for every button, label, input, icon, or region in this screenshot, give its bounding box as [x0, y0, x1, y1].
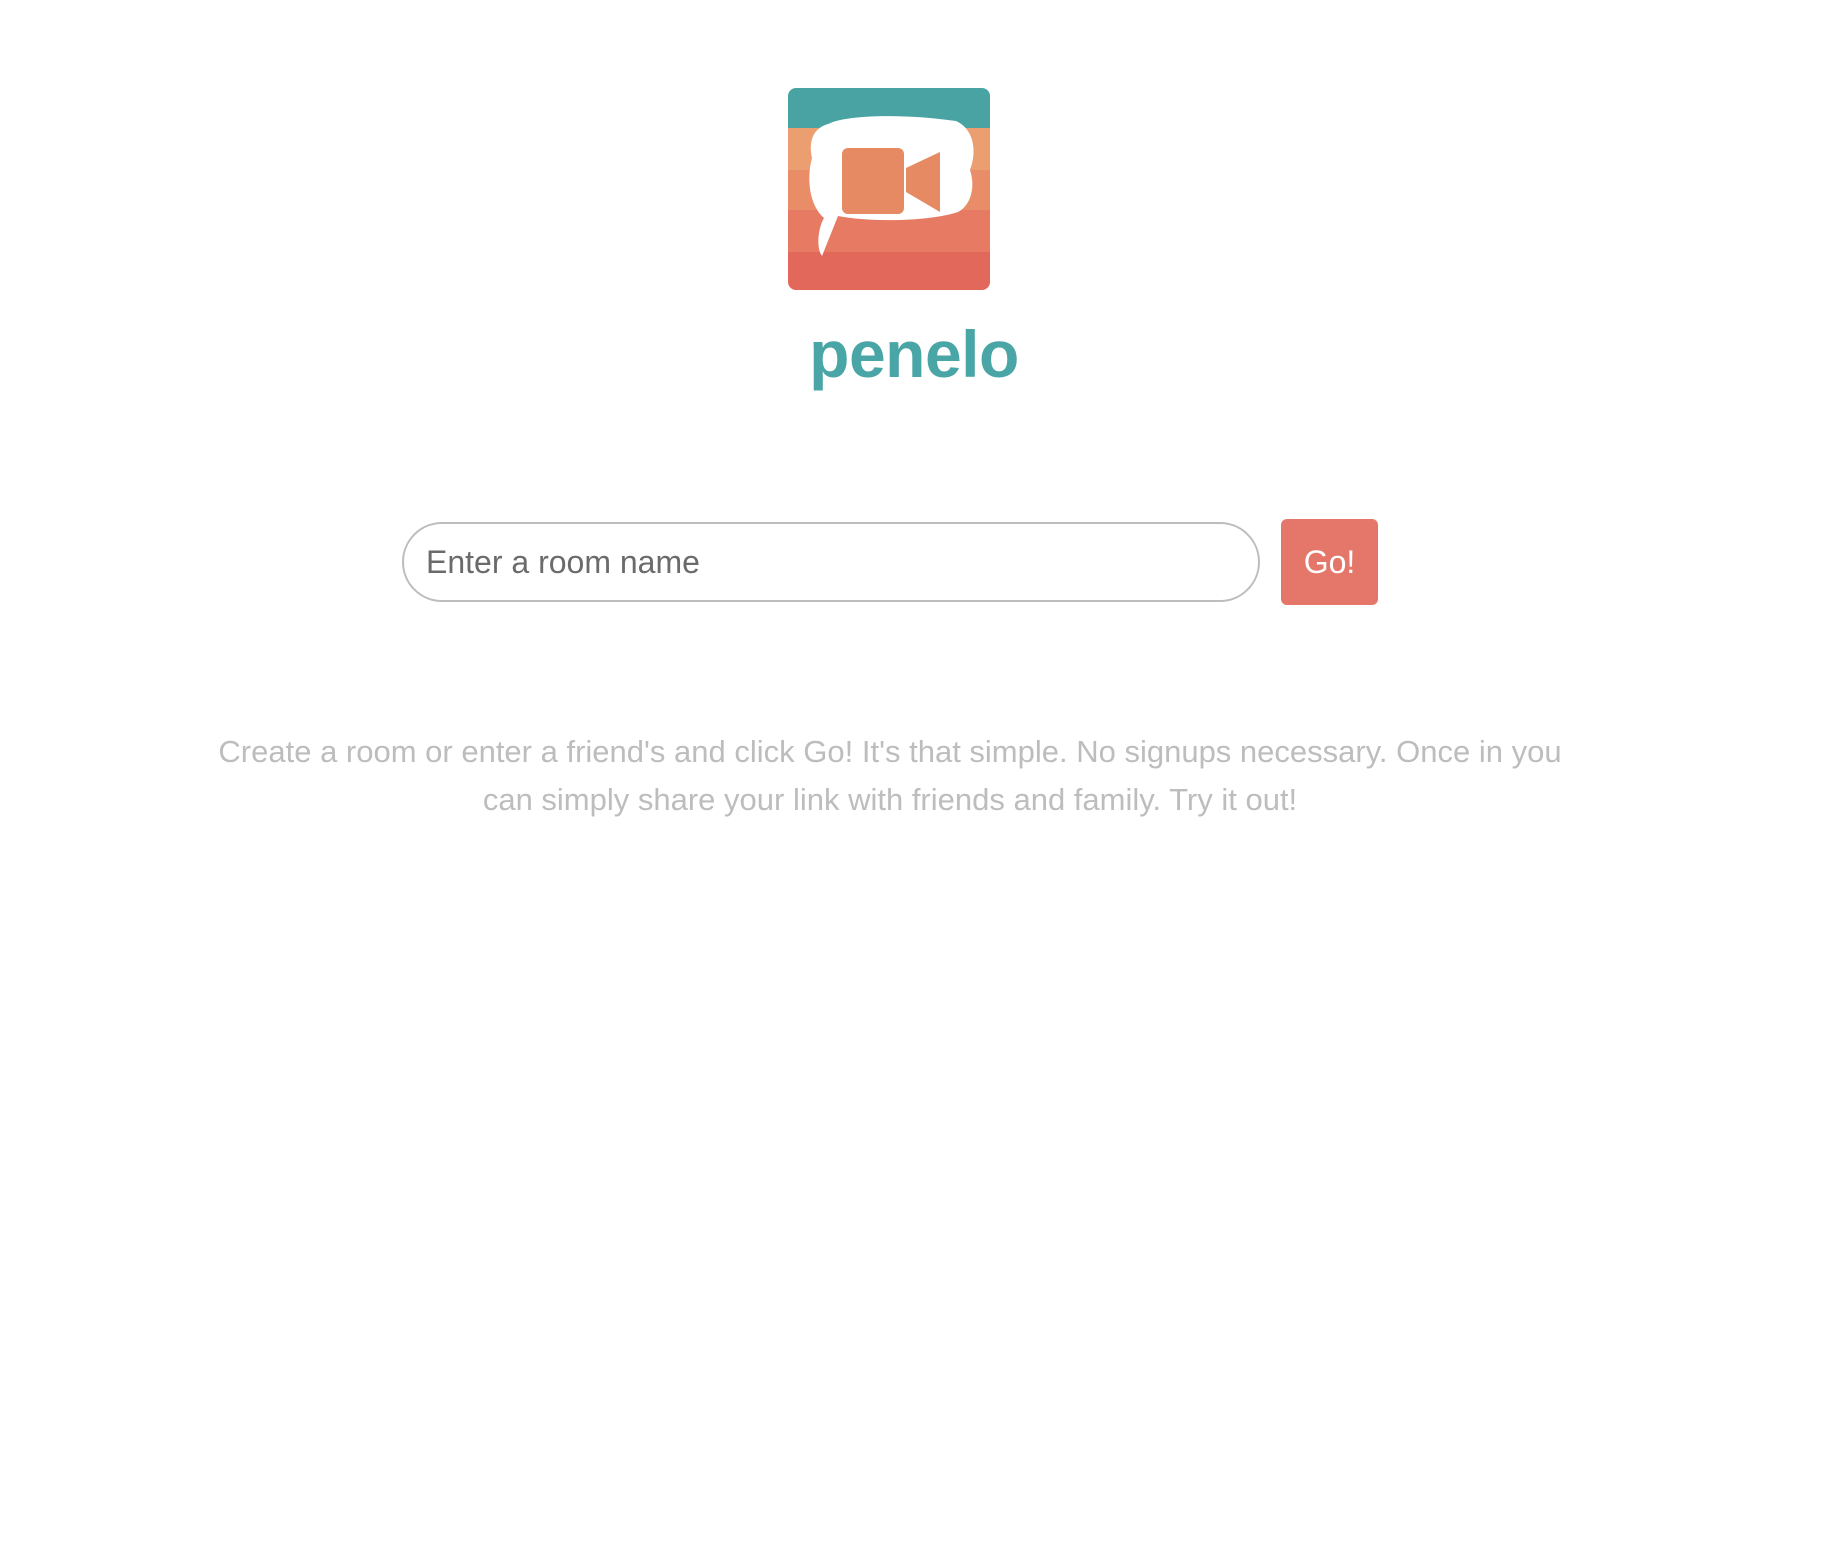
go-button[interactable]: Go! — [1281, 519, 1378, 605]
video-chat-bubble-icon — [788, 88, 990, 290]
app-logo — [788, 88, 990, 290]
brand-title: penelo — [809, 317, 1019, 391]
room-name-input[interactable] — [402, 522, 1260, 602]
description-text: Create a room or enter a friend's and cl… — [218, 734, 1562, 817]
